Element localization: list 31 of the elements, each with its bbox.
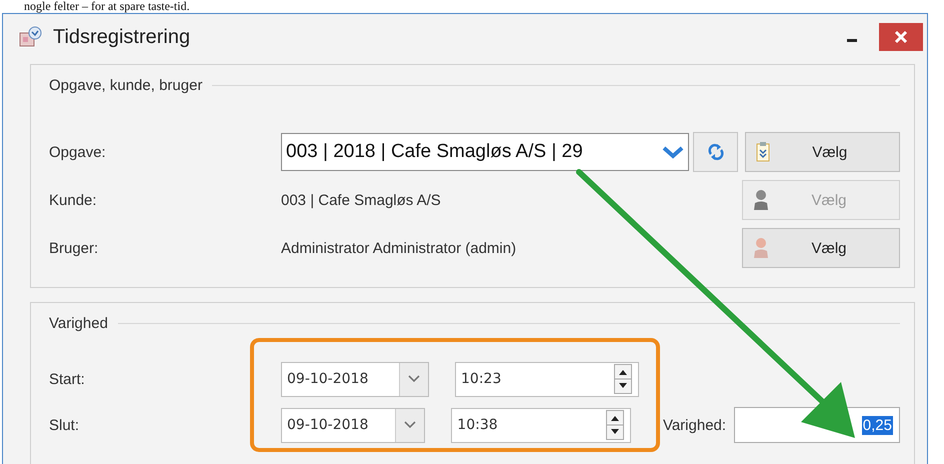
document-text: nogle felter – for at spare taste-tid. [23, 0, 191, 13]
person-icon [753, 238, 769, 258]
close-button[interactable] [879, 23, 923, 51]
calendar-clock-icon [19, 26, 43, 48]
field-label: Varighed: [662, 416, 728, 434]
window-title: Tidsregistrering [53, 26, 190, 48]
time-spinner[interactable]: 10:38 [451, 408, 631, 442]
spin-arrows-icon [606, 410, 624, 440]
field-label: Kunde: [49, 192, 98, 208]
chevron-down-icon [662, 145, 684, 159]
person-icon [753, 190, 769, 210]
field-value: Administrator Administrator (admin) [281, 240, 518, 256]
group-legend: Varighed [49, 314, 108, 332]
date-picker[interactable]: 09-10-2018 [281, 362, 429, 396]
date-picker[interactable]: 09-10-2018 [281, 408, 426, 442]
field-label: Start: [49, 370, 86, 388]
field-label: Bruger: [49, 240, 100, 256]
group-legend: Opgave, kunde, bruger [49, 76, 202, 94]
field-value: 003 | Cafe Smagløs A/S [281, 192, 442, 208]
refresh-icon [708, 143, 724, 161]
clipboard-icon [756, 142, 770, 162]
field-label: Slut: [49, 416, 80, 434]
select-button[interactable]: Vælg [745, 132, 900, 172]
select-button[interactable]: Vælg [742, 228, 900, 268]
chevron-down-icon [408, 375, 420, 383]
time-spinner[interactable]: 10:23 [455, 362, 639, 396]
chevron-down-icon [404, 421, 416, 429]
refresh-button[interactable] [692, 132, 738, 172]
field-label: Opgave: [49, 144, 107, 160]
task-dropdown[interactable]: 003 | 2018 | Cafe Smagløs A/S | 29 [281, 133, 689, 171]
spin-arrows-icon [614, 364, 632, 394]
